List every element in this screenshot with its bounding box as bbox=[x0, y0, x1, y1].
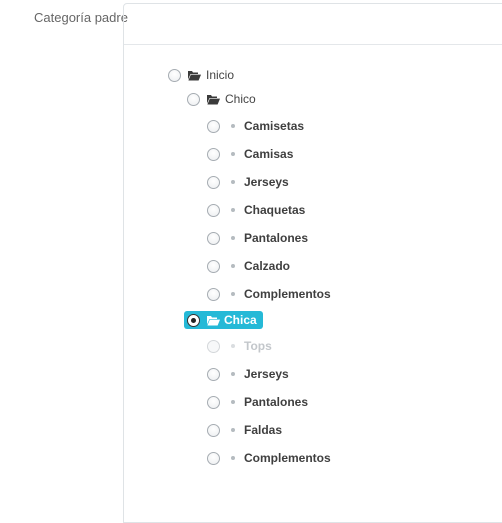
bullet-icon bbox=[231, 180, 235, 184]
tree-leaf-label: Chaquetas bbox=[244, 203, 306, 217]
radio-disabled-icon bbox=[207, 339, 220, 353]
tree-leaf-label: Jerseys bbox=[244, 367, 289, 381]
tree-node-chico[interactable]: Chico bbox=[187, 89, 256, 109]
radio-icon[interactable] bbox=[207, 423, 220, 437]
tree-leaf-faldas[interactable]: Faldas bbox=[207, 420, 282, 440]
tree-node-chica[interactable]: Chica bbox=[184, 311, 263, 329]
radio-icon[interactable] bbox=[207, 395, 220, 409]
folder-open-icon bbox=[207, 315, 220, 326]
radio-icon[interactable] bbox=[207, 259, 220, 273]
tree-leaf-label: Camisas bbox=[244, 147, 294, 161]
radio-icon[interactable] bbox=[207, 451, 220, 465]
radio-icon[interactable] bbox=[207, 175, 220, 189]
radio-icon[interactable] bbox=[207, 119, 220, 133]
bullet-icon bbox=[231, 372, 235, 376]
tree-node-label: Inicio bbox=[206, 68, 235, 82]
tree-node-root[interactable]: Inicio bbox=[168, 65, 234, 85]
radio-icon[interactable] bbox=[207, 203, 220, 217]
tree-leaf-label: Jerseys bbox=[244, 175, 289, 189]
tree-leaf-label: Faldas bbox=[244, 423, 283, 437]
radio-icon[interactable] bbox=[207, 367, 220, 381]
tree-leaf-pantalones[interactable]: Pantalones bbox=[207, 392, 308, 412]
tree-leaf-jerseys[interactable]: Jerseys bbox=[207, 172, 289, 192]
bullet-icon bbox=[231, 264, 235, 268]
radio-icon[interactable] bbox=[207, 147, 220, 161]
bullet-icon bbox=[231, 208, 235, 212]
bullet-icon bbox=[231, 400, 235, 404]
bullet-icon bbox=[231, 124, 235, 128]
folder-open-icon bbox=[188, 70, 201, 81]
tree-node-label: Chico bbox=[225, 92, 256, 106]
tree-leaf-complementos[interactable]: Complementos bbox=[207, 448, 331, 468]
tree-panel-header bbox=[124, 4, 502, 45]
bullet-icon bbox=[231, 456, 235, 460]
radio-icon[interactable] bbox=[168, 68, 181, 82]
radio-icon[interactable] bbox=[187, 92, 200, 106]
tree-leaf-label: Pantalones bbox=[244, 231, 309, 245]
tree-leaf-calzado[interactable]: Calzado bbox=[207, 256, 290, 276]
tree-leaf-camisas[interactable]: Camisas bbox=[207, 144, 293, 164]
tree-node-label: Chica bbox=[224, 313, 257, 327]
tree-leaf-label: Complementos bbox=[244, 287, 331, 301]
radio-icon[interactable] bbox=[207, 287, 220, 301]
radio-checked-icon[interactable] bbox=[187, 313, 200, 327]
tree-leaf-pantalones[interactable]: Pantalones bbox=[207, 228, 308, 248]
tree-leaf-label: Pantalones bbox=[244, 395, 309, 409]
tree-leaf-jerseys[interactable]: Jerseys bbox=[207, 364, 289, 384]
tree-leaf-tops: Tops bbox=[207, 336, 272, 356]
tree-leaf-label: Complementos bbox=[244, 451, 331, 465]
tree-leaf-chaquetas[interactable]: Chaquetas bbox=[207, 200, 305, 220]
radio-icon[interactable] bbox=[207, 231, 220, 245]
tree-leaf-label: Tops bbox=[244, 339, 272, 353]
tree-leaf-label: Calzado bbox=[244, 259, 291, 273]
tree-leaf-complementos[interactable]: Complementos bbox=[207, 284, 331, 304]
folder-open-icon bbox=[207, 94, 220, 105]
bullet-icon bbox=[231, 428, 235, 432]
field-label: Categoría padre bbox=[34, 10, 128, 25]
tree-leaf-label: Camisetas bbox=[244, 119, 305, 133]
bullet-icon bbox=[231, 292, 235, 296]
bullet-icon bbox=[231, 152, 235, 156]
bullet-icon bbox=[231, 236, 235, 240]
tree-leaf-camisetas[interactable]: Camisetas bbox=[207, 116, 304, 136]
bullet-icon bbox=[231, 344, 235, 348]
